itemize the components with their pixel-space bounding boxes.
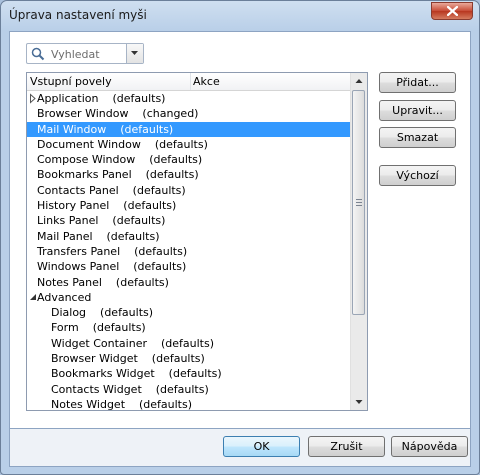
list-item-label: Advanced <box>37 290 92 304</box>
list-item[interactable]: Mail Window (defaults) <box>27 121 353 137</box>
dialog-footer: OK Zrušit Nápověda <box>9 429 471 467</box>
list-item[interactable]: Contacts Panel (defaults) <box>27 183 353 198</box>
list-item[interactable]: Browser Window (changed) <box>27 106 353 121</box>
input-commands-list[interactable]: Vstupní povely Akce Application (default… <box>26 72 368 411</box>
list-item[interactable]: Application (defaults) <box>27 91 353 106</box>
list-item-label: Links Panel (defaults) <box>37 214 166 228</box>
chevron-down-icon <box>131 51 138 55</box>
scroll-down-button[interactable] <box>351 394 367 410</box>
search-input[interactable]: Vyhledat <box>51 48 100 61</box>
list-item[interactable]: Document Window (defaults) <box>27 137 353 152</box>
list-item-label: Document Window (defaults) <box>37 137 208 151</box>
add-button[interactable]: Přidat... <box>379 72 456 93</box>
dialog-content: Vyhledat Vstupní povely Akce Application… <box>9 31 471 429</box>
list-item[interactable]: Links Panel (defaults) <box>27 213 353 228</box>
list-item-label: Mail Window (defaults) <box>37 122 174 136</box>
list-item-child[interactable]: Contacts Widget (defaults) <box>27 382 353 397</box>
list-item-child[interactable]: Widget Container (defaults) <box>27 336 353 351</box>
list-item-label: Widget Container (defaults) <box>51 336 214 350</box>
list-item-label: History Panel (defaults) <box>37 199 177 213</box>
list-item-label: Contacts Panel (defaults) <box>37 183 186 197</box>
title-bar[interactable]: Úprava nastavení myši <box>1 1 479 31</box>
list-item[interactable]: Windows Panel (defaults) <box>27 259 353 274</box>
list-header: Vstupní povely Akce <box>27 73 353 91</box>
list-item-label: Notes Panel (defaults) <box>37 275 169 289</box>
list-item[interactable]: Advanced <box>27 290 353 305</box>
vertical-scrollbar[interactable] <box>350 73 367 410</box>
list-item-label: Browser Window (changed) <box>37 107 199 121</box>
collapse-arrow-icon[interactable] <box>29 290 37 305</box>
list-item-child[interactable]: Dialog (defaults) <box>27 305 353 320</box>
expand-arrow-icon[interactable] <box>29 91 37 106</box>
dialog-window: Úprava nastavení myši Vyhledat Vstupní p… <box>0 0 480 475</box>
list-item-child[interactable]: Browser Widget (defaults) <box>27 351 353 366</box>
ok-button[interactable]: OK <box>223 436 300 457</box>
list-item-label: Form (defaults) <box>51 321 146 335</box>
arrow-up-icon <box>355 79 363 83</box>
list-item[interactable]: Transfers Panel (defaults) <box>27 244 353 259</box>
list-item[interactable]: Compose Window (defaults) <box>27 152 353 167</box>
list-item-label: Notes Widget (defaults) <box>51 397 193 411</box>
window-title: Úprava nastavení myši <box>9 8 147 22</box>
default-button[interactable]: Výchozí <box>379 165 456 186</box>
list-item[interactable]: Bookmarks Panel (defaults) <box>27 167 353 182</box>
list-item-label: Windows Panel (defaults) <box>37 260 187 274</box>
scroll-up-button[interactable] <box>351 73 367 89</box>
search-dropdown-button[interactable] <box>126 44 143 63</box>
list-item[interactable]: History Panel (defaults) <box>27 198 353 213</box>
column-separator[interactable] <box>190 73 191 90</box>
close-button[interactable] <box>431 2 473 20</box>
edit-button[interactable]: Upravit... <box>379 100 456 121</box>
arrow-down-icon <box>355 400 363 404</box>
search-field[interactable]: Vyhledat <box>26 43 144 64</box>
list-item-label: Bookmarks Widget (defaults) <box>51 367 222 381</box>
list-item-label: Transfers Panel (defaults) <box>37 244 188 258</box>
list-item-label: Mail Panel (defaults) <box>37 229 160 243</box>
delete-button[interactable]: Smazat <box>379 127 456 148</box>
list-rows: Application (defaults) Browser Window (ch… <box>27 91 353 411</box>
list-item-label: Browser Widget (defaults) <box>51 352 205 366</box>
list-item[interactable]: Notes Panel (defaults) <box>27 275 353 290</box>
column-header-input-commands[interactable]: Vstupní povely <box>30 75 112 88</box>
list-item[interactable]: Mail Panel (defaults) <box>27 229 353 244</box>
list-item-label: Bookmarks Panel (defaults) <box>37 168 199 182</box>
help-button[interactable]: Nápověda <box>391 436 468 457</box>
column-header-actions[interactable]: Akce <box>193 75 220 88</box>
list-item-child[interactable]: Bookmarks Widget (defaults) <box>27 366 353 381</box>
list-item-label: Contacts Widget (defaults) <box>51 382 209 396</box>
close-icon <box>447 6 458 16</box>
scrollbar-thumb[interactable] <box>352 90 365 315</box>
list-item-child[interactable]: Form (defaults) <box>27 320 353 335</box>
list-item-label: Compose Window (defaults) <box>37 153 203 167</box>
search-icon <box>31 47 45 61</box>
thumb-grip-icon <box>356 199 362 208</box>
list-item-child[interactable]: Notes Widget (defaults) <box>27 397 353 411</box>
list-item-label: Dialog (defaults) <box>51 306 154 320</box>
list-item-label: Application (defaults) <box>37 92 166 105</box>
cancel-button[interactable]: Zrušit <box>308 436 385 457</box>
